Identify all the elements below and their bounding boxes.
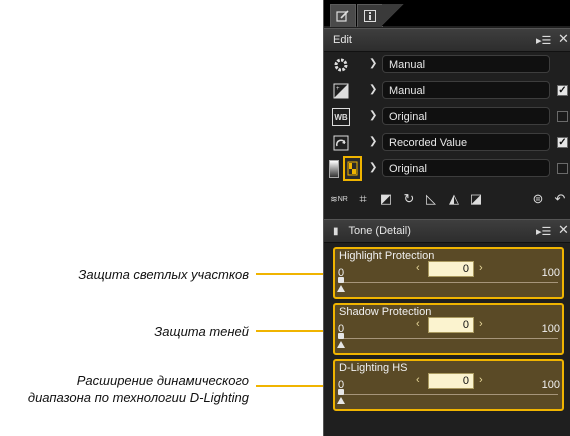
tone-header-icon: ▮ (333, 225, 339, 237)
edit-panel: Edit ▸☰ ✕ ❯ Manual + ❯ Manual ✓ WB ❯ Ori… (323, 0, 570, 436)
tone-row: ❯ Original (324, 156, 570, 182)
shadow-protection-control: Shadow Protection 0 ‹ 0 › 100 (333, 303, 564, 355)
slider-max-label: 100 (541, 379, 560, 391)
dropdown-value: Manual (389, 85, 426, 97)
exposure-icon[interactable]: + (332, 82, 350, 100)
close-icon[interactable]: ✕ (558, 222, 569, 238)
decrement-icon[interactable]: ‹ (416, 374, 420, 386)
d-lighting-hs-control: D-Lighting HS 0 ‹ 0 › 100 (333, 359, 564, 411)
chevron-down-icon[interactable]: ❯ (369, 58, 377, 69)
lens-correction-icon[interactable]: ◩ (377, 190, 395, 208)
edit-header-title: Edit (333, 34, 352, 46)
slider-max-label: 100 (541, 267, 560, 279)
slider-value: 0 (462, 263, 469, 275)
white-balance-checkbox[interactable] (557, 111, 568, 122)
annotation-line (256, 385, 333, 387)
slider-thumb[interactable] (338, 389, 344, 395)
levels-icon[interactable]: ◺ (422, 190, 440, 208)
picture-control-icon[interactable] (332, 134, 350, 152)
settings-dropdown[interactable]: Manual (382, 55, 550, 73)
color-curves-icon[interactable]: ◪ (467, 190, 485, 208)
slider-thumb[interactable] (338, 277, 344, 283)
slider-track[interactable] (340, 338, 558, 339)
svg-text:+: + (336, 86, 340, 92)
info-icon (364, 10, 376, 22)
decrement-icon[interactable]: ‹ (416, 262, 420, 274)
close-icon[interactable]: ✕ (558, 31, 569, 47)
dropdown-value: Recorded Value (389, 137, 468, 149)
white-balance-row: WB ❯ Original (324, 104, 570, 130)
picture-control-checkbox[interactable]: ✓ (557, 137, 568, 148)
slider-value: 0 (462, 319, 469, 331)
panel-menu-icon[interactable]: ▸☰ (536, 225, 551, 238)
chevron-down-icon[interactable]: ❯ (369, 162, 377, 173)
rotate-icon[interactable]: ↻ (400, 190, 418, 208)
history-icon[interactable]: ⊜ (529, 190, 547, 208)
tab-edge (382, 4, 404, 26)
slider-track[interactable] (340, 394, 558, 395)
highlight-protection-control: Highlight Protection 0 ‹ 0 › 100 (333, 247, 564, 299)
annotation-text-line2: диапазона по технологии D-Lighting (27, 390, 249, 405)
chevron-down-icon[interactable]: ❯ (369, 110, 377, 121)
noise-reduction-icon[interactable]: ≋ NR (330, 190, 348, 208)
chevron-down-icon[interactable]: ❯ (369, 84, 377, 95)
gear-icon[interactable] (332, 56, 350, 74)
pencil-icon (336, 10, 349, 22)
dropdown-value: Original (389, 163, 427, 175)
edit-section-header: Edit ▸☰ ✕ (324, 28, 570, 52)
tone-checkbox[interactable] (557, 163, 568, 174)
picture-control-dropdown[interactable]: Recorded Value (382, 133, 550, 151)
picture-control-row: ❯ Recorded Value ✓ (324, 130, 570, 156)
tool-palette: ≋ NR ⌗ ◩ ↻ ◺ ◭ ◪ ⊜ ↶ (324, 187, 570, 211)
slider-value: 0 (462, 375, 469, 387)
annotation-highlight: Защита светлых участков (78, 266, 249, 283)
settings-row: ❯ Manual (324, 52, 570, 78)
tab-bar (324, 0, 570, 27)
wb-label: WB (334, 112, 348, 122)
annotation-line (256, 330, 333, 332)
annotation-text: Расширение динамического (76, 373, 249, 388)
annotation-shadow: Защита теней (154, 323, 249, 340)
increment-icon[interactable]: › (479, 262, 483, 274)
increment-icon[interactable]: › (479, 374, 483, 386)
slider-title: D-Lighting HS (339, 362, 408, 374)
exposure-row: + ❯ Manual ✓ (324, 78, 570, 104)
crop-icon[interactable]: ⌗ (354, 190, 372, 208)
slider-thumb-marker[interactable] (337, 397, 345, 404)
chevron-down-icon[interactable]: ❯ (369, 136, 377, 147)
slider-thumb[interactable] (338, 333, 344, 339)
white-balance-dropdown[interactable]: Original (382, 107, 550, 125)
exposure-checkbox[interactable]: ✓ (557, 85, 568, 96)
slider-title: Highlight Protection (339, 250, 435, 262)
dropdown-value: Manual (389, 59, 426, 71)
annotation-text: Защита теней (154, 324, 249, 339)
tab-info[interactable] (357, 4, 383, 27)
shadow-protection-input[interactable]: 0 (428, 317, 474, 333)
slider-thumb-marker[interactable] (337, 341, 345, 348)
undo-icon[interactable]: ↶ (551, 190, 569, 208)
dropdown-value: Original (389, 111, 427, 123)
exposure-dropdown[interactable]: Manual (382, 81, 550, 99)
slider-track[interactable] (340, 282, 558, 283)
increment-icon[interactable]: › (479, 318, 483, 330)
d-lighting-hs-input[interactable]: 0 (428, 373, 474, 389)
decrement-icon[interactable]: ‹ (416, 318, 420, 330)
annotation-dlighting: Расширение динамического диапазона по те… (28, 372, 249, 406)
slider-title: Shadow Protection (339, 306, 432, 318)
tone-section-header: ▮ Tone (Detail) ▸☰ ✕ (324, 219, 570, 243)
highlight-protection-input[interactable]: 0 (428, 261, 474, 277)
slider-max-label: 100 (541, 323, 560, 335)
white-balance-icon[interactable]: WB (332, 108, 350, 126)
annotation-line (256, 273, 333, 275)
slider-thumb-marker[interactable] (337, 285, 345, 292)
tone-detail-icon[interactable] (343, 156, 362, 181)
tone-dropdown[interactable]: Original (382, 159, 550, 177)
panel-menu-icon[interactable]: ▸☰ (536, 34, 551, 47)
annotation-text: Защита светлых участков (78, 267, 249, 282)
gradient-icon[interactable] (329, 160, 339, 178)
tone-header-title: Tone (Detail) (348, 225, 411, 237)
perspective-icon[interactable]: ◭ (445, 190, 463, 208)
tab-edit[interactable] (330, 4, 356, 27)
